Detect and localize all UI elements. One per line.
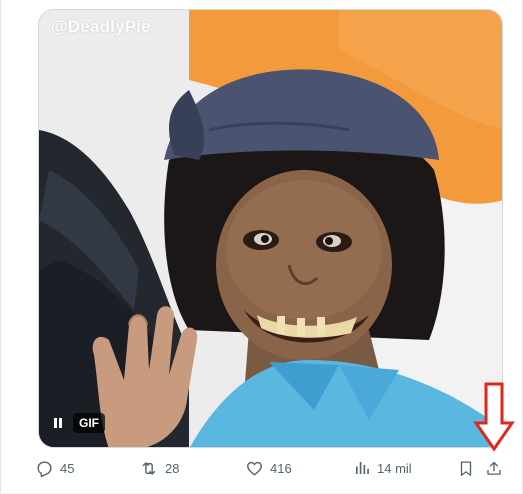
views-icon <box>356 462 369 474</box>
reply-count: 45 <box>60 460 75 476</box>
share-icon <box>487 461 501 475</box>
left-border <box>0 0 1 494</box>
gif-badge: GIF <box>73 413 105 433</box>
repost-icon <box>142 461 156 475</box>
repost-count: 28 <box>165 460 180 476</box>
reply-icon <box>37 460 52 477</box>
heart-icon <box>247 461 262 476</box>
pause-button[interactable] <box>47 412 69 434</box>
reply-button[interactable]: 45 <box>35 456 74 480</box>
repost-button[interactable]: 28 <box>139 456 179 480</box>
red-arrow-annotation <box>473 382 515 452</box>
views-count: 14 mil <box>377 460 412 476</box>
gif-frame-image <box>39 10 502 447</box>
watermark-text: @DeadlyPie <box>51 17 151 36</box>
share-button[interactable] <box>485 456 503 480</box>
tweet-frame: @DeadlyPie GIF 45 28 416 14 mil <box>0 0 523 494</box>
bookmark-icon <box>460 460 472 476</box>
tweet-action-bar: 45 28 416 14 mil <box>35 456 505 480</box>
views-button[interactable]: 14 mil <box>353 456 412 480</box>
like-button[interactable]: 416 <box>245 456 292 480</box>
gif-controls: GIF <box>47 411 105 435</box>
pause-icon <box>54 418 62 428</box>
bookmark-button[interactable] <box>457 456 475 480</box>
like-count: 416 <box>270 460 292 476</box>
gif-media[interactable]: @DeadlyPie GIF <box>38 9 503 448</box>
